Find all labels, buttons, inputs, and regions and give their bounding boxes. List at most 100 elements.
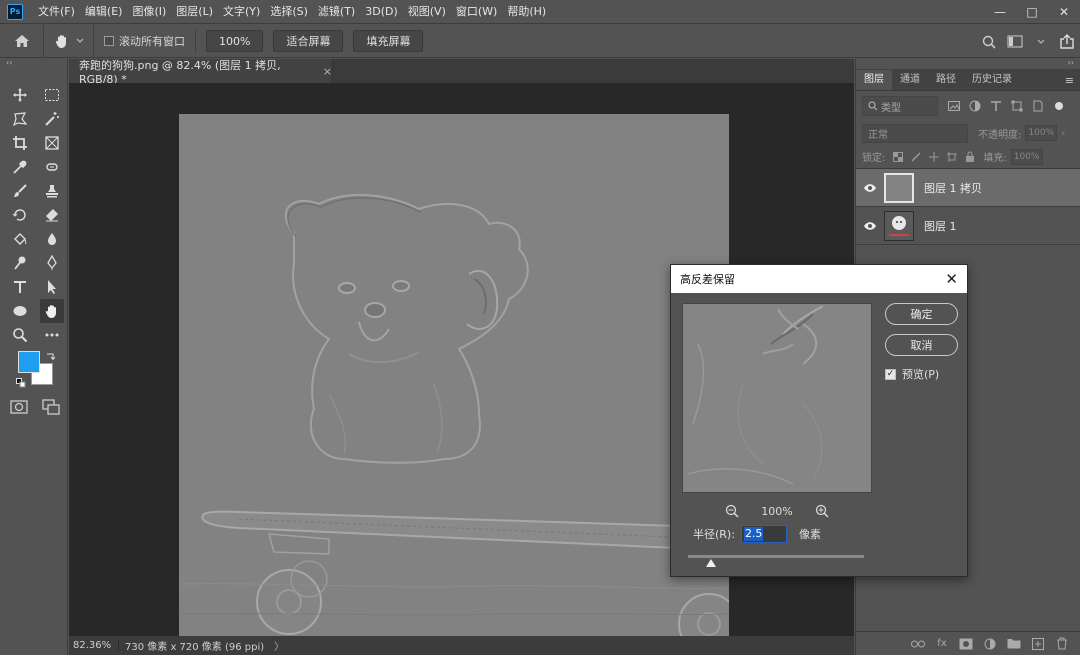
history-brush-tool-button[interactable] <box>8 203 32 227</box>
dialog-title-bar[interactable]: 高反差保留 ✕ <box>671 265 967 293</box>
menu-file[interactable]: 文件(F) <box>33 0 80 24</box>
image-filter-icon[interactable] <box>948 100 960 112</box>
type-tool-button[interactable] <box>8 275 32 299</box>
opacity-slider-toggle[interactable]: › <box>1061 128 1065 139</box>
dialog-close-button[interactable]: ✕ <box>945 270 958 288</box>
ellipse-tool-button[interactable] <box>8 299 32 323</box>
fill-field[interactable]: 100% <box>1010 148 1043 165</box>
link-layers-icon[interactable] <box>911 637 925 651</box>
share-button[interactable] <box>1054 25 1080 58</box>
layer-visibility-toggle[interactable] <box>856 221 884 231</box>
screen-mode-icon[interactable] <box>42 399 60 415</box>
smart-object-filter-icon[interactable] <box>1032 100 1044 112</box>
magic-wand-tool-button[interactable] <box>40 107 64 131</box>
layer-name[interactable]: 图层 1 拷贝 <box>924 180 982 196</box>
search-button[interactable] <box>976 25 1002 58</box>
status-zoom-value[interactable]: 82.36% <box>69 640 119 651</box>
ok-button[interactable]: 确定 <box>885 303 958 325</box>
shape-filter-icon[interactable] <box>1011 100 1023 112</box>
expand-panels-button[interactable]: ›› <box>856 59 1080 69</box>
menu-select[interactable]: 选择(S) <box>265 0 313 24</box>
lasso-tool-button[interactable] <box>8 107 32 131</box>
eraser-tool-button[interactable] <box>40 203 64 227</box>
scroll-all-windows-option[interactable]: 滚动所有窗口 <box>104 33 185 49</box>
paint-bucket-tool-button[interactable] <box>8 227 32 251</box>
adjustment-layer-icon[interactable] <box>983 637 997 651</box>
zoom-out-icon[interactable] <box>725 504 739 518</box>
eyedropper-tool-button[interactable] <box>8 155 32 179</box>
layer-row[interactable]: 图层 1 拷贝 <box>856 169 1080 207</box>
menu-image[interactable]: 图像(I) <box>127 0 171 24</box>
blend-mode-select[interactable]: 正常 <box>862 123 968 143</box>
layer-style-icon[interactable]: fx <box>935 637 949 651</box>
document-tab[interactable]: 奔跑的狗狗.png @ 82.4% (图层 1 拷贝, RGB/8) * × <box>69 59 333 86</box>
workspace-menu-button[interactable] <box>1028 25 1054 58</box>
move-tool-button[interactable] <box>8 83 32 107</box>
tab-layers[interactable]: 图层 <box>856 70 892 90</box>
menu-view[interactable]: 视图(V) <box>403 0 451 24</box>
zoom-in-icon[interactable] <box>815 504 829 518</box>
zoom-tool-button[interactable] <box>8 323 32 347</box>
menu-edit[interactable]: 编辑(E) <box>80 0 128 24</box>
frame-tool-button[interactable] <box>40 131 64 155</box>
lock-all-icon[interactable] <box>965 151 975 162</box>
delete-layer-icon[interactable] <box>1055 637 1069 651</box>
brush-tool-button[interactable] <box>8 179 32 203</box>
close-window-button[interactable]: ✕ <box>1048 0 1080 24</box>
type-filter-icon[interactable] <box>990 100 1002 112</box>
scroll-all-checkbox[interactable] <box>104 36 114 46</box>
healing-tool-button[interactable] <box>40 155 64 179</box>
layer-filter-select[interactable]: 类型 <box>862 96 938 116</box>
default-colors-icon[interactable] <box>16 378 26 388</box>
dodge-tool-button[interactable] <box>8 251 32 275</box>
radius-slider-thumb[interactable] <box>705 559 716 567</box>
filter-preview[interactable] <box>682 303 872 493</box>
quick-mask-icon[interactable] <box>10 399 28 415</box>
lock-transparent-icon[interactable] <box>893 151 904 162</box>
new-group-icon[interactable] <box>1007 637 1021 651</box>
lock-position-icon[interactable] <box>929 151 940 162</box>
hand-tool-button[interactable] <box>40 299 64 323</box>
home-button[interactable] <box>0 24 44 58</box>
more-tools-button[interactable] <box>40 323 64 347</box>
minimize-button[interactable]: — <box>984 0 1016 24</box>
crop-tool-button[interactable] <box>8 131 32 155</box>
marquee-tool-button[interactable] <box>40 83 64 107</box>
menu-3d[interactable]: 3D(D) <box>360 0 403 24</box>
radius-input[interactable]: 2.5 <box>740 525 787 543</box>
close-document-button[interactable]: × <box>323 65 332 78</box>
tab-history[interactable]: 历史记录 <box>964 70 1020 90</box>
layer-name[interactable]: 图层 1 <box>924 218 957 234</box>
blur-tool-button[interactable] <box>40 227 64 251</box>
radius-slider-track[interactable] <box>688 555 864 558</box>
path-selection-tool-button[interactable] <box>40 275 64 299</box>
workspace-button[interactable] <box>1002 25 1028 58</box>
menu-help[interactable]: 帮助(H) <box>502 0 551 24</box>
lock-artboard-icon[interactable] <box>947 151 958 162</box>
menu-filter[interactable]: 滤镜(T) <box>313 0 360 24</box>
tab-paths[interactable]: 路径 <box>928 70 964 90</box>
preview-checkbox[interactable]: ✓ <box>885 368 896 380</box>
adjustment-filter-icon[interactable] <box>969 100 981 112</box>
status-menu-button[interactable]: 〉 <box>274 638 284 653</box>
layer-visibility-toggle[interactable] <box>856 183 884 193</box>
preview-option[interactable]: ✓ 预览(P) <box>885 366 939 382</box>
menu-layer[interactable]: 图层(L) <box>171 0 218 24</box>
document-canvas[interactable] <box>179 114 729 655</box>
cancel-button[interactable]: 取消 <box>885 334 958 356</box>
fit-screen-button[interactable]: 适合屏幕 <box>273 30 344 52</box>
new-layer-icon[interactable] <box>1031 637 1045 651</box>
swap-colors-icon[interactable] <box>46 351 56 361</box>
tool-preset-picker[interactable] <box>44 24 94 58</box>
lock-pixels-icon[interactable] <box>911 151 921 162</box>
opacity-field[interactable]: 100% <box>1025 125 1058 141</box>
filter-toggle-icon[interactable] <box>1053 100 1065 112</box>
zoom-100-button[interactable]: 100% <box>206 30 264 52</box>
add-mask-icon[interactable] <box>959 637 973 651</box>
panel-menu-icon[interactable]: ≡ <box>1065 74 1074 87</box>
tab-channels[interactable]: 通道 <box>892 70 928 90</box>
maximize-button[interactable]: □ <box>1016 0 1048 24</box>
collapse-toolbar-button[interactable]: ‹‹ <box>0 59 67 69</box>
stamp-tool-button[interactable] <box>40 179 64 203</box>
menu-window[interactable]: 窗口(W) <box>451 0 502 24</box>
